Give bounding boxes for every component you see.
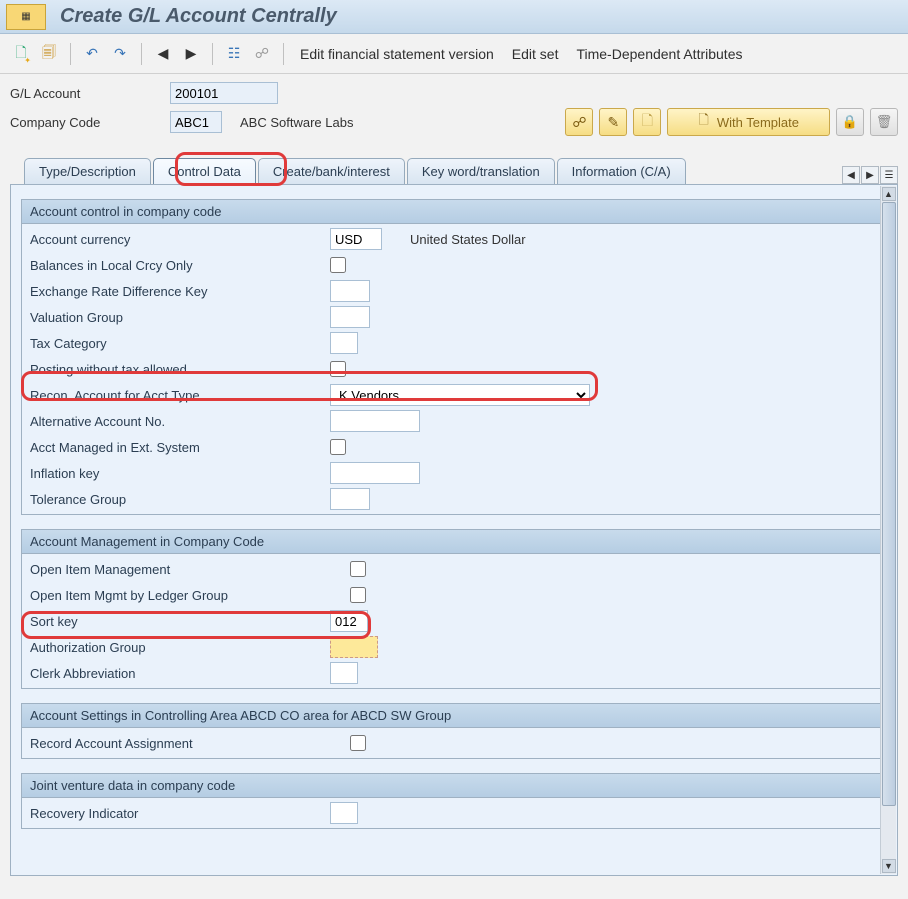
posting-without-tax-label: Posting without tax allowed	[30, 362, 330, 377]
tab-list-button[interactable]: ☰	[880, 166, 898, 184]
tabstrip: Type/Description Control Data Create/ban…	[0, 146, 908, 184]
authorization-group-label: Authorization Group	[30, 640, 330, 655]
tree-icon[interactable]: ☷	[221, 41, 247, 67]
inflation-key-label: Inflation key	[30, 466, 330, 481]
separator	[70, 43, 71, 65]
recovery-indicator-input[interactable]	[330, 802, 358, 824]
header-area: G/L Account Company Code ABC Software La…	[0, 74, 908, 146]
separator	[141, 43, 142, 65]
ext-system-checkbox[interactable]	[330, 439, 346, 455]
exchange-rate-input[interactable]	[330, 280, 370, 302]
sort-key-label: Sort key	[30, 614, 330, 629]
edit-fs-version-link[interactable]: Edit financial statement version	[292, 46, 502, 62]
authorization-group-input[interactable]	[330, 636, 378, 658]
undo-icon[interactable]: ↶	[79, 41, 105, 67]
tab-information-ca[interactable]: Information (C/A)	[557, 158, 686, 184]
group-account-control: Account control in company code Account …	[21, 199, 887, 515]
tab-keyword-translation[interactable]: Key word/translation	[407, 158, 555, 184]
inflation-key-input[interactable]	[330, 462, 420, 484]
recon-account-select[interactable]: K Vendors	[330, 384, 590, 406]
redo-icon[interactable]: ↷	[107, 41, 133, 67]
tolerance-group-input[interactable]	[330, 488, 370, 510]
account-currency-label: Account currency	[30, 232, 330, 247]
recovery-indicator-label: Recovery Indicator	[30, 806, 330, 821]
title-bar: ▦ Create G/L Account Centrally	[0, 0, 908, 34]
balances-local-checkbox[interactable]	[330, 257, 346, 273]
gl-account-label: G/L Account	[10, 86, 170, 101]
toolbar: 🗋✦ 🗐 ↶ ↷ ◀ ▶ ☷ ☍ Edit financial statemen…	[0, 34, 908, 74]
posting-without-tax-checkbox[interactable]	[330, 361, 346, 377]
tab-create-bank-interest[interactable]: Create/bank/interest	[258, 158, 405, 184]
group-controlling-area: Account Settings in Controlling Area ABC…	[21, 703, 887, 759]
copy-doc-icon[interactable]: 🗐	[36, 41, 62, 67]
tax-category-label: Tax Category	[30, 336, 330, 351]
record-account-assignment-checkbox[interactable]	[350, 735, 366, 751]
company-code-input[interactable]	[170, 111, 222, 133]
edit-button[interactable]: ✎	[599, 108, 627, 136]
group-title: Account control in company code	[22, 200, 886, 224]
page-title: Create G/L Account Centrally	[60, 5, 337, 28]
ext-system-label: Acct Managed in Ext. System	[30, 440, 330, 455]
company-code-desc: ABC Software Labs	[240, 115, 353, 130]
hierarchy-button[interactable]: ☍	[565, 108, 593, 136]
scrollbar-outer[interactable]: ▲ ▼	[880, 186, 896, 874]
clerk-abbreviation-input[interactable]	[330, 662, 358, 684]
record-account-assignment-label: Record Account Assignment	[30, 736, 350, 751]
alternative-account-label: Alternative Account No.	[30, 414, 330, 429]
scroll-up-icon[interactable]: ▲	[882, 187, 896, 201]
group-title: Joint venture data in company code	[22, 774, 886, 798]
separator	[283, 43, 284, 65]
account-currency-input[interactable]	[330, 228, 382, 250]
edit-set-link[interactable]: Edit set	[504, 46, 567, 62]
with-template-button[interactable]: 🗋 With Template	[667, 108, 830, 136]
doc-icon: 🗋	[698, 111, 708, 133]
next-icon[interactable]: ▶	[178, 41, 204, 67]
valuation-group-input[interactable]	[330, 306, 370, 328]
tolerance-group-label: Tolerance Group	[30, 492, 330, 507]
time-dependent-link[interactable]: Time-Dependent Attributes	[568, 46, 750, 62]
tab-type-description[interactable]: Type/Description	[24, 158, 151, 184]
separator	[212, 43, 213, 65]
open-item-label: Open Item Management	[30, 562, 350, 577]
company-code-label: Company Code	[10, 115, 170, 130]
clerk-abbreviation-label: Clerk Abbreviation	[30, 666, 330, 681]
tax-category-input[interactable]	[330, 332, 358, 354]
scroll-thumb[interactable]	[882, 202, 896, 806]
gl-account-input[interactable]	[170, 82, 278, 104]
prev-icon[interactable]: ◀	[150, 41, 176, 67]
tab-scroll-right[interactable]: ▶	[861, 166, 879, 184]
group-title: Account Management in Company Code	[22, 530, 886, 554]
valuation-group-label: Valuation Group	[30, 310, 330, 325]
with-template-label: With Template	[717, 115, 799, 130]
recon-account-label: Recon. Account for Acct Type	[30, 388, 330, 403]
new-doc-icon[interactable]: 🗋✦	[8, 41, 34, 67]
open-item-ledger-label: Open Item Mgmt by Ledger Group	[30, 588, 350, 603]
open-item-checkbox[interactable]	[350, 561, 366, 577]
alternative-account-input[interactable]	[330, 410, 420, 432]
tab-scroll-left[interactable]: ◀	[842, 166, 860, 184]
blank-doc-button[interactable]: 🗋	[633, 108, 661, 136]
tab-control-data[interactable]: Control Data	[153, 158, 256, 184]
scroll-down-icon[interactable]: ▼	[882, 859, 896, 873]
group-account-management: Account Management in Company Code Open …	[21, 529, 887, 689]
tab-body-container: Account control in company code Account …	[10, 184, 898, 876]
delete-button[interactable]: 🗑	[870, 108, 898, 136]
account-currency-desc: United States Dollar	[410, 232, 526, 247]
sort-key-input[interactable]	[330, 610, 368, 632]
hierarchy-icon[interactable]: ☍	[249, 41, 275, 67]
app-icon: ▦	[6, 4, 46, 30]
tab-body: Account control in company code Account …	[11, 185, 897, 875]
group-title: Account Settings in Controlling Area ABC…	[22, 704, 886, 728]
scroll-track[interactable]	[882, 202, 896, 858]
open-item-ledger-checkbox[interactable]	[350, 587, 366, 603]
lock-button[interactable]: 🔒	[836, 108, 864, 136]
exchange-rate-label: Exchange Rate Difference Key	[30, 284, 330, 299]
balances-local-label: Balances in Local Crcy Only	[30, 258, 330, 273]
group-joint-venture: Joint venture data in company code Recov…	[21, 773, 887, 829]
